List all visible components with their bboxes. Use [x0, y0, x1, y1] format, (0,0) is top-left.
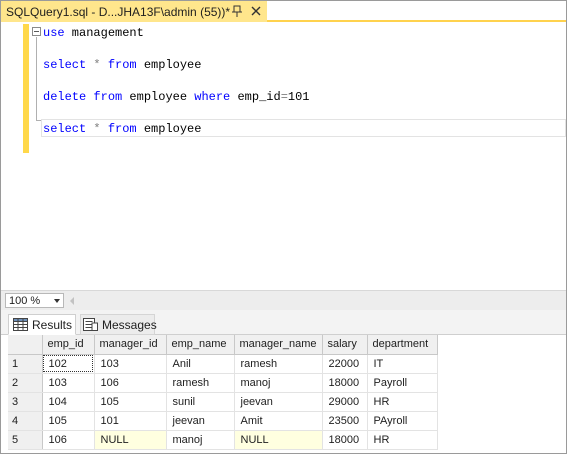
keyword: select [43, 58, 87, 72]
tab-results-label: Results [32, 317, 73, 332]
table-cell[interactable]: jeevan [234, 392, 323, 412]
operator: = [280, 90, 288, 104]
tab-messages-label: Messages [102, 317, 157, 332]
results-table: emp_id manager_id emp_name manager_name … [8, 335, 438, 450]
column-header[interactable]: manager_id [94, 335, 167, 355]
table-cell[interactable]: sunil [166, 392, 235, 412]
tab-results[interactable]: Results [8, 314, 76, 335]
table-cell[interactable]: PAyroll [367, 411, 438, 431]
outline-guide [36, 37, 37, 121]
table-cell[interactable]: 103 [94, 354, 167, 374]
chevron-down-icon [54, 299, 60, 303]
table-row[interactable]: 3 104 105 sunil jeevan 29000 HR [8, 392, 438, 412]
zoom-select[interactable]: 100 % [5, 293, 64, 308]
column-header[interactable]: emp_name [166, 335, 235, 355]
table-row[interactable]: 5 106 NULL manoj NULL 18000 HR [8, 430, 438, 450]
table-cell[interactable]: 23500 [322, 411, 368, 431]
table-cell[interactable]: 105 [94, 392, 167, 412]
column-header[interactable]: emp_id [42, 335, 95, 355]
table-cell[interactable]: Anil [166, 354, 235, 374]
code-text: emp_id [230, 90, 281, 104]
table-cell[interactable]: manoj [234, 373, 323, 393]
document-tab[interactable]: SQLQuery1.sql - D...JHA13F\admin (55))* [1, 1, 267, 22]
zoom-value: 100 % [9, 294, 41, 307]
column-header[interactable]: department [367, 335, 438, 355]
row-number[interactable]: 1 [8, 354, 43, 374]
table-cell[interactable]: ramesh [166, 373, 235, 393]
null-cell[interactable]: NULL [234, 430, 323, 450]
code-line[interactable]: use management [43, 25, 144, 41]
operator: * [86, 58, 108, 72]
operator: * [86, 122, 108, 136]
results-grid[interactable]: emp_id manager_id emp_name manager_name … [1, 335, 566, 453]
column-header[interactable]: manager_name [234, 335, 323, 355]
table-cell[interactable]: jeevan [166, 411, 235, 431]
row-number[interactable]: 4 [8, 411, 43, 431]
table-cell[interactable]: HR [367, 392, 438, 412]
table-cell[interactable]: 22000 [322, 354, 368, 374]
table-cell[interactable]: 104 [42, 392, 95, 412]
table-row[interactable]: 1 102 103 Anil ramesh 22000 IT [8, 354, 438, 374]
table-cell[interactable]: Payroll [367, 373, 438, 393]
keyword: from [107, 58, 137, 72]
code-text: employee [136, 58, 202, 72]
row-number[interactable]: 3 [8, 392, 43, 412]
table-cell[interactable]: HR [367, 430, 438, 450]
keyword: from [93, 90, 123, 104]
grid-icon [13, 318, 28, 331]
table-cell[interactable]: 102 [42, 354, 95, 374]
code-line[interactable]: delete from employee where emp_id=101 [43, 89, 310, 105]
table-row[interactable]: 4 105 101 jeevan Amit 23500 PAyroll [8, 411, 438, 431]
table-cell[interactable]: Amit [234, 411, 323, 431]
table-cell[interactable]: 18000 [322, 430, 368, 450]
table-cell[interactable]: 18000 [322, 373, 368, 393]
scroll-left-icon[interactable] [70, 297, 74, 305]
table-cell[interactable]: manoj [166, 430, 235, 450]
change-tracking-margin [23, 24, 29, 153]
ssms-query-window: SQLQuery1.sql - D...JHA13F\admin (55))* … [0, 0, 567, 454]
table-cell[interactable]: 103 [42, 373, 95, 393]
code-line[interactable]: select * from employee [43, 57, 201, 73]
close-icon[interactable] [249, 4, 263, 18]
code-text: management [64, 26, 144, 40]
table-cell[interactable]: ramesh [234, 354, 323, 374]
keyword: use [43, 26, 65, 40]
code-line[interactable]: select * from employee [43, 121, 201, 137]
code-text: employee [122, 90, 195, 104]
table-row[interactable]: 2 103 106 ramesh manoj 18000 Payroll [8, 373, 438, 393]
column-header[interactable]: salary [322, 335, 368, 355]
pin-icon[interactable] [230, 4, 244, 18]
sql-editor[interactable]: use management select * from employee de… [1, 24, 566, 290]
null-cell[interactable]: NULL [94, 430, 167, 450]
document-tab-strip: SQLQuery1.sql - D...JHA13F\admin (55))* [1, 1, 566, 22]
result-tabs: Results Messages [1, 310, 566, 335]
row-number[interactable]: 5 [8, 430, 43, 450]
table-cell[interactable]: 106 [42, 430, 95, 450]
table-cell[interactable]: 29000 [322, 392, 368, 412]
table-cell[interactable]: IT [367, 354, 438, 374]
collapse-outline-icon[interactable] [32, 27, 41, 36]
messages-icon [83, 318, 98, 331]
grid-corner[interactable] [8, 335, 43, 355]
tab-messages[interactable]: Messages [80, 314, 157, 335]
keyword: delete [43, 90, 87, 104]
code-text: 101 [287, 90, 310, 104]
table-cell[interactable]: 106 [94, 373, 167, 393]
header-row: emp_id manager_id emp_name manager_name … [8, 335, 438, 355]
code-text: employee [136, 122, 202, 136]
keyword: where [194, 90, 231, 104]
table-cell[interactable]: 101 [94, 411, 167, 431]
keyword: from [107, 122, 137, 136]
zoom-bar: 100 % [1, 290, 566, 310]
document-tab-title: SQLQuery1.sql - D...JHA13F\admin (55))* [6, 4, 231, 19]
table-cell[interactable]: 105 [42, 411, 95, 431]
row-number[interactable]: 2 [8, 373, 43, 393]
keyword: select [43, 122, 87, 136]
